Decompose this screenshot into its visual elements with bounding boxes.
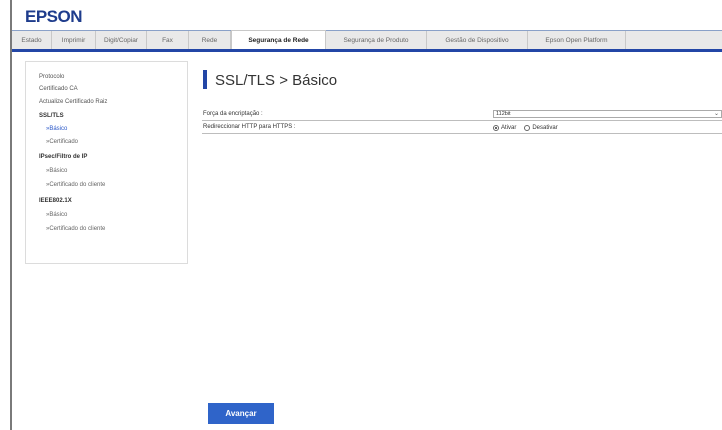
encryption-select[interactable]: 112bit ⌄ bbox=[493, 110, 722, 118]
redirect-label: Redireccionar HTTP para HTTPS : bbox=[203, 124, 296, 130]
redirect-radio-ativar[interactable] bbox=[493, 125, 499, 131]
epson-logo: EPSON bbox=[25, 7, 83, 26]
redirect-row: Redireccionar HTTP para HTTPS : Ativar D… bbox=[202, 123, 722, 134]
header: EPSON bbox=[12, 0, 722, 31]
tab-epson-open-platform[interactable]: Epson Open Platform bbox=[528, 31, 626, 49]
sidebar: Protocolo Certificado CA Actualize Certi… bbox=[25, 61, 188, 264]
sidebar-item-certificado-ca[interactable]: Certificado CA bbox=[39, 86, 78, 92]
redirect-desativar-label: Desativar bbox=[532, 125, 558, 131]
tab-rede[interactable]: Rede bbox=[189, 31, 231, 49]
tab-fax[interactable]: Fax bbox=[147, 31, 189, 49]
redirect-ativar-label: Ativar bbox=[501, 125, 517, 131]
title-accent-bar bbox=[203, 70, 207, 89]
redirect-radio-group: Ativar Desativar bbox=[493, 123, 566, 133]
tab-estado[interactable]: Estado bbox=[12, 31, 52, 49]
sidebar-item-ieee-basico[interactable]: »Básico bbox=[46, 212, 67, 218]
encryption-label: Força da encriptação : bbox=[203, 111, 263, 117]
sidebar-item-ieee-certificado-cliente[interactable]: »Certificado do cliente bbox=[46, 226, 105, 232]
sidebar-item-actualize-certificado-raiz[interactable]: Actualize Certificado Raiz bbox=[39, 99, 107, 105]
tab-gestao-de-dispositivo[interactable]: Gestão de Dispositivo bbox=[427, 31, 528, 49]
sidebar-item-ipsec-certificado-cliente[interactable]: »Certificado do cliente bbox=[46, 182, 105, 188]
sidebar-item-ssl-basico[interactable]: »Básico bbox=[46, 126, 67, 132]
page-title: SSL/TLS > Básico bbox=[215, 72, 338, 89]
sidebar-item-ssl-certificado[interactable]: »Certificado bbox=[46, 139, 78, 145]
tab-seguranca-de-rede[interactable]: Segurança de Rede bbox=[231, 30, 326, 49]
sidebar-heading-ssl-tls: SSL/TLS bbox=[39, 113, 64, 119]
tab-imprimir[interactable]: Imprimir bbox=[52, 31, 96, 49]
encryption-value: 112bit bbox=[496, 111, 511, 117]
sidebar-heading-ieee8021x: IEEE802.1X bbox=[39, 198, 72, 204]
sidebar-heading-ipsec: IPsec/Filtro de IP bbox=[39, 154, 88, 160]
chevron-down-icon: ⌄ bbox=[713, 111, 719, 117]
main-tabs: Estado Imprimir Digit/Copiar Fax Rede Se… bbox=[12, 30, 722, 52]
sidebar-item-ipsec-basico[interactable]: »Básico bbox=[46, 168, 67, 174]
tab-digit-copiar[interactable]: Digit/Copiar bbox=[96, 31, 147, 49]
window-edge bbox=[10, 0, 12, 430]
sidebar-item-protocolo[interactable]: Protocolo bbox=[39, 74, 64, 80]
redirect-radio-desativar[interactable] bbox=[524, 125, 531, 131]
encryption-row: Força da encriptação : 112bit ⌄ bbox=[202, 110, 722, 121]
next-button[interactable]: Avançar bbox=[208, 403, 274, 424]
tab-seguranca-de-produto[interactable]: Segurança de Produto bbox=[326, 31, 427, 49]
